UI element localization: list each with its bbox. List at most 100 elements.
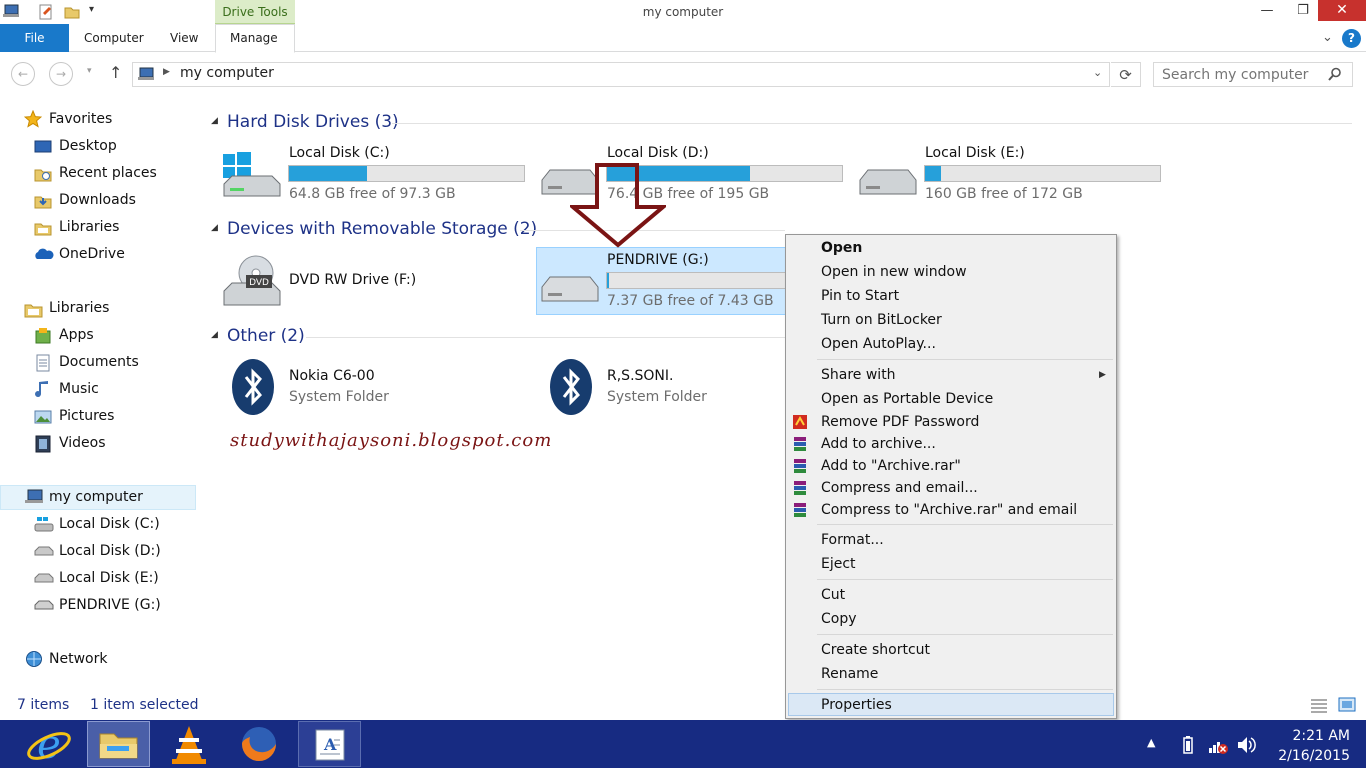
network-icon <box>26 651 42 667</box>
dvd-drive-name[interactable]: DVD RW Drive (F:) <box>289 272 416 288</box>
file-tab[interactable]: File <box>0 24 69 52</box>
collapse-icon[interactable]: ◢ <box>211 223 218 233</box>
window-title: my computer <box>642 5 724 19</box>
menu-properties[interactable]: Properties <box>821 697 892 713</box>
help-icon[interactable]: ? <box>1342 29 1361 48</box>
drive-c-name[interactable]: Local Disk (C:) <box>289 145 390 161</box>
desktop-icon <box>34 140 52 153</box>
nav-pictures[interactable]: Pictures <box>59 408 114 424</box>
nav-apps[interactable]: Apps <box>59 327 94 343</box>
menu-open-portable-device[interactable]: Open as Portable Device <box>821 391 993 407</box>
tab-manage[interactable]: Manage <box>230 31 278 45</box>
group-hard-disk-drives[interactable]: Hard Disk Drives (3) <box>227 112 399 132</box>
drive-e-name[interactable]: Local Disk (E:) <box>925 145 1025 161</box>
tab-view[interactable]: View <box>170 31 198 45</box>
dvd-drive-icon[interactable]: DVD <box>222 253 282 307</box>
large-icons-view-icon[interactable] <box>1337 696 1357 714</box>
menu-open[interactable]: Open <box>821 240 862 256</box>
nav-pendrive-g[interactable]: PENDRIVE (G:) <box>59 597 161 613</box>
nav-local-disk-d[interactable]: Local Disk (D:) <box>59 543 161 559</box>
windows-drive-icon[interactable] <box>222 152 282 200</box>
nav-local-disk-e[interactable]: Local Disk (E:) <box>59 570 159 586</box>
maximize-button[interactable]: ❐ <box>1286 0 1320 22</box>
volume-icon[interactable] <box>1236 735 1256 755</box>
wordpad-icon[interactable]: A <box>298 722 360 766</box>
menu-create-shortcut[interactable]: Create shortcut <box>821 642 930 658</box>
menu-cut[interactable]: Cut <box>821 587 845 603</box>
menu-compress-and-email[interactable]: Compress and email... <box>821 480 978 496</box>
pendrive-free: 7.37 GB free of 7.43 GB <box>607 293 774 309</box>
collapse-icon[interactable]: ◢ <box>211 330 218 340</box>
menu-open-new-window[interactable]: Open in new window <box>821 264 967 280</box>
details-view-icon[interactable] <box>1309 697 1329 713</box>
minimize-button[interactable]: — <box>1250 0 1284 22</box>
ribbon-expand-icon[interactable]: ⌄ <box>1322 30 1333 45</box>
nokia-type: System Folder <box>289 389 389 405</box>
search-icon[interactable] <box>1328 67 1342 81</box>
nav-libraries[interactable]: Libraries <box>49 300 109 316</box>
show-hidden-icons-icon[interactable]: ▲ <box>1147 736 1155 749</box>
menu-copy[interactable]: Copy <box>821 611 857 627</box>
bluetooth-icon[interactable] <box>548 358 594 416</box>
close-button[interactable]: ✕ <box>1318 0 1366 21</box>
nav-my-computer[interactable]: my computer <box>49 489 143 505</box>
downloads-icon <box>34 196 52 209</box>
nav-videos[interactable]: Videos <box>59 435 106 451</box>
computer-icon <box>138 67 154 80</box>
internet-explorer-icon[interactable]: e <box>18 722 80 766</box>
group-removable-storage[interactable]: Devices with Removable Storage (2) <box>227 219 537 239</box>
battery-icon[interactable] <box>1181 735 1195 755</box>
menu-turn-on-bitlocker[interactable]: Turn on BitLocker <box>821 312 942 328</box>
nav-documents[interactable]: Documents <box>59 354 139 370</box>
file-explorer-icon[interactable] <box>87 722 149 766</box>
vlc-icon[interactable] <box>158 722 220 766</box>
group-divider <box>306 337 785 338</box>
menu-add-to-archive[interactable]: Add to archive... <box>821 436 936 452</box>
breadcrumb-chevron-icon[interactable]: ▶ <box>163 67 170 77</box>
nav-downloads[interactable]: Downloads <box>59 192 136 208</box>
menu-eject[interactable]: Eject <box>821 556 856 572</box>
menu-compress-to-rar-email[interactable]: Compress to "Archive.rar" and email <box>821 502 1077 518</box>
usb-drive-icon[interactable] <box>540 271 600 307</box>
forward-button[interactable]: → <box>49 62 73 86</box>
drive-d-name[interactable]: Local Disk (D:) <box>607 145 709 161</box>
nav-onedrive[interactable]: OneDrive <box>59 246 125 262</box>
firefox-icon[interactable] <box>228 722 290 766</box>
nav-libraries-fav[interactable]: Libraries <box>59 219 119 235</box>
address-bar[interactable] <box>132 62 1110 87</box>
nokia-name[interactable]: Nokia C6-00 <box>289 368 375 384</box>
menu-share-with[interactable]: Share with <box>821 367 896 383</box>
refresh-button[interactable]: ⟳ <box>1111 62 1141 87</box>
music-icon <box>35 381 48 398</box>
bluetooth-icon[interactable] <box>230 358 276 416</box>
hard-drive-icon[interactable] <box>858 164 918 200</box>
nav-recent-places[interactable]: Recent places <box>59 165 157 181</box>
collapse-icon[interactable]: ◢ <box>211 116 218 126</box>
search-input[interactable] <box>1153 62 1353 87</box>
nav-desktop[interactable]: Desktop <box>59 138 117 154</box>
menu-add-to-archive-rar[interactable]: Add to "Archive.rar" <box>821 458 961 474</box>
pendrive-usage-bar <box>606 272 786 289</box>
nav-local-disk-c[interactable]: Local Disk (C:) <box>59 516 160 532</box>
nav-music[interactable]: Music <box>59 381 99 397</box>
menu-remove-pdf-password[interactable]: Remove PDF Password <box>821 414 979 430</box>
back-button[interactable]: ← <box>11 62 35 86</box>
nav-network[interactable]: Network <box>49 651 107 667</box>
computer-icon <box>25 489 43 503</box>
menu-pin-to-start[interactable]: Pin to Start <box>821 288 899 304</box>
tab-computer[interactable]: Computer <box>84 31 144 45</box>
up-button[interactable]: ↑ <box>109 63 122 82</box>
menu-rename[interactable]: Rename <box>821 666 878 682</box>
pendrive-name[interactable]: PENDRIVE (G:) <box>607 252 709 268</box>
menu-open-autoplay[interactable]: Open AutoPlay... <box>821 336 936 352</box>
network-status-icon[interactable] <box>1207 735 1229 755</box>
clock-date: 2/16/2015 <box>1278 748 1350 764</box>
address-dropdown-icon[interactable]: ⌄ <box>1093 66 1102 79</box>
group-other[interactable]: Other (2) <box>227 326 305 346</box>
menu-separator <box>817 634 1113 635</box>
nav-favorites[interactable]: Favorites <box>49 111 112 127</box>
recent-locations-icon[interactable]: ▾ <box>87 66 92 76</box>
taskbar-clock[interactable]: 2:21 AM 2/16/2015 <box>1270 726 1350 766</box>
menu-format[interactable]: Format... <box>821 532 884 548</box>
rssoni-name[interactable]: R,S.SONI. <box>607 368 673 384</box>
